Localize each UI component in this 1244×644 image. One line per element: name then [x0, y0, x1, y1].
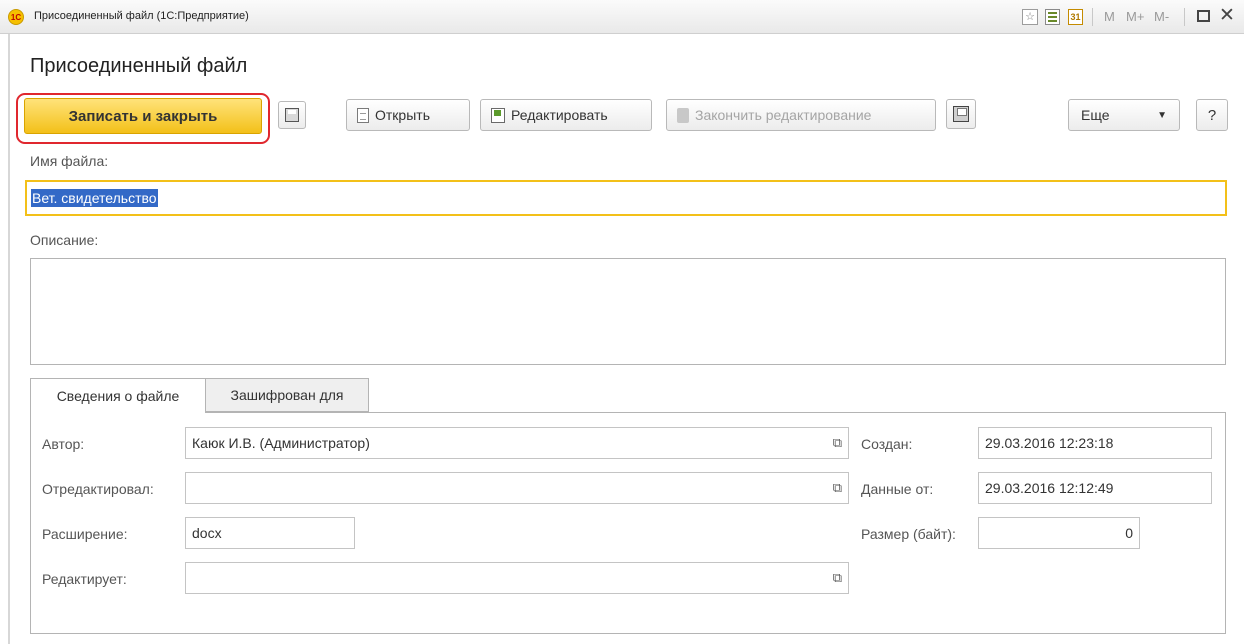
- memory-minus-button[interactable]: M-: [1154, 9, 1169, 24]
- edit-document-icon: [491, 107, 505, 123]
- edited-by-field[interactable]: ⧉: [185, 472, 849, 504]
- author-label: Автор:: [42, 436, 85, 452]
- author-field[interactable]: Каюк И.В. (Администратор) ⧉: [185, 427, 849, 459]
- extension-field[interactable]: docx: [185, 517, 355, 549]
- description-label: Описание:: [30, 232, 99, 248]
- maximize-icon[interactable]: [1197, 10, 1210, 22]
- editing-by-field[interactable]: ⧉: [185, 562, 849, 594]
- open-form-icon[interactable]: ⧉: [833, 570, 842, 586]
- calculator-icon[interactable]: [1045, 9, 1060, 25]
- open-form-icon[interactable]: ⧉: [833, 480, 842, 496]
- save-and-close-button[interactable]: Записать и закрыть: [24, 98, 262, 134]
- page-title: Присоединенный файл: [30, 55, 248, 77]
- document-icon: [357, 107, 369, 123]
- size-field[interactable]: 0: [978, 517, 1140, 549]
- data-from-field[interactable]: 29.03.2016 12:12:49: [978, 472, 1212, 504]
- editing-by-label: Редактирует:: [42, 571, 127, 587]
- close-icon[interactable]: ✕: [1219, 4, 1235, 27]
- more-button[interactable]: Еще ▼: [1068, 99, 1180, 131]
- open-button-label: Открыть: [375, 107, 430, 123]
- window-title: Присоединенный файл (1С:Предприятие): [34, 10, 249, 22]
- created-label: Создан:: [861, 436, 913, 452]
- titlebar-separator: [1092, 8, 1093, 26]
- filename-label: Имя файла:: [30, 153, 109, 169]
- size-label: Размер (байт):: [861, 526, 956, 542]
- tab-encrypted-for[interactable]: Зашифрован для: [205, 378, 369, 412]
- size-value: 0: [1125, 525, 1133, 541]
- more-button-label: Еще: [1081, 107, 1110, 123]
- finish-edit-button[interactable]: Закончить редактирование: [666, 99, 936, 131]
- dropdown-arrow-icon: ▼: [1157, 109, 1167, 121]
- extension-value: docx: [192, 525, 222, 541]
- edited-by-label: Отредактировал:: [42, 481, 154, 497]
- memory-plus-button[interactable]: M+: [1126, 9, 1144, 24]
- memory-m-button[interactable]: M: [1104, 9, 1115, 24]
- created-field[interactable]: 29.03.2016 12:23:18: [978, 427, 1212, 459]
- edit-button-label: Редактировать: [511, 107, 608, 123]
- favorite-star-icon[interactable]: ☆: [1022, 9, 1038, 25]
- author-value: Каюк И.В. (Администратор): [192, 435, 370, 451]
- left-frame-border: [8, 34, 10, 644]
- edit-button[interactable]: Редактировать: [480, 99, 652, 131]
- open-form-icon[interactable]: ⧉: [833, 435, 842, 451]
- save-to-disk-icon: [953, 106, 969, 122]
- created-value: 29.03.2016 12:23:18: [985, 435, 1114, 451]
- floppy-icon: [285, 108, 299, 122]
- tab-file-info[interactable]: Сведения о файле: [30, 378, 206, 413]
- filename-input[interactable]: Вет. свидетельство: [25, 180, 1227, 216]
- open-button[interactable]: Открыть: [346, 99, 470, 131]
- data-from-label: Данные от:: [861, 481, 934, 497]
- help-button[interactable]: ?: [1196, 99, 1228, 131]
- save-file-button[interactable]: [946, 99, 976, 129]
- app-logo-icon: 1С: [8, 9, 24, 25]
- titlebar-separator: [1184, 8, 1185, 26]
- finish-edit-label: Закончить редактирование: [695, 107, 872, 123]
- save-button[interactable]: [278, 101, 306, 129]
- description-textarea[interactable]: [30, 258, 1226, 365]
- data-from-value: 29.03.2016 12:12:49: [985, 480, 1114, 496]
- filename-value: Вет. свидетельство: [31, 189, 158, 207]
- calendar-icon[interactable]: 31: [1068, 9, 1083, 25]
- extension-label: Расширение:: [42, 526, 128, 542]
- finish-edit-icon: [677, 107, 689, 123]
